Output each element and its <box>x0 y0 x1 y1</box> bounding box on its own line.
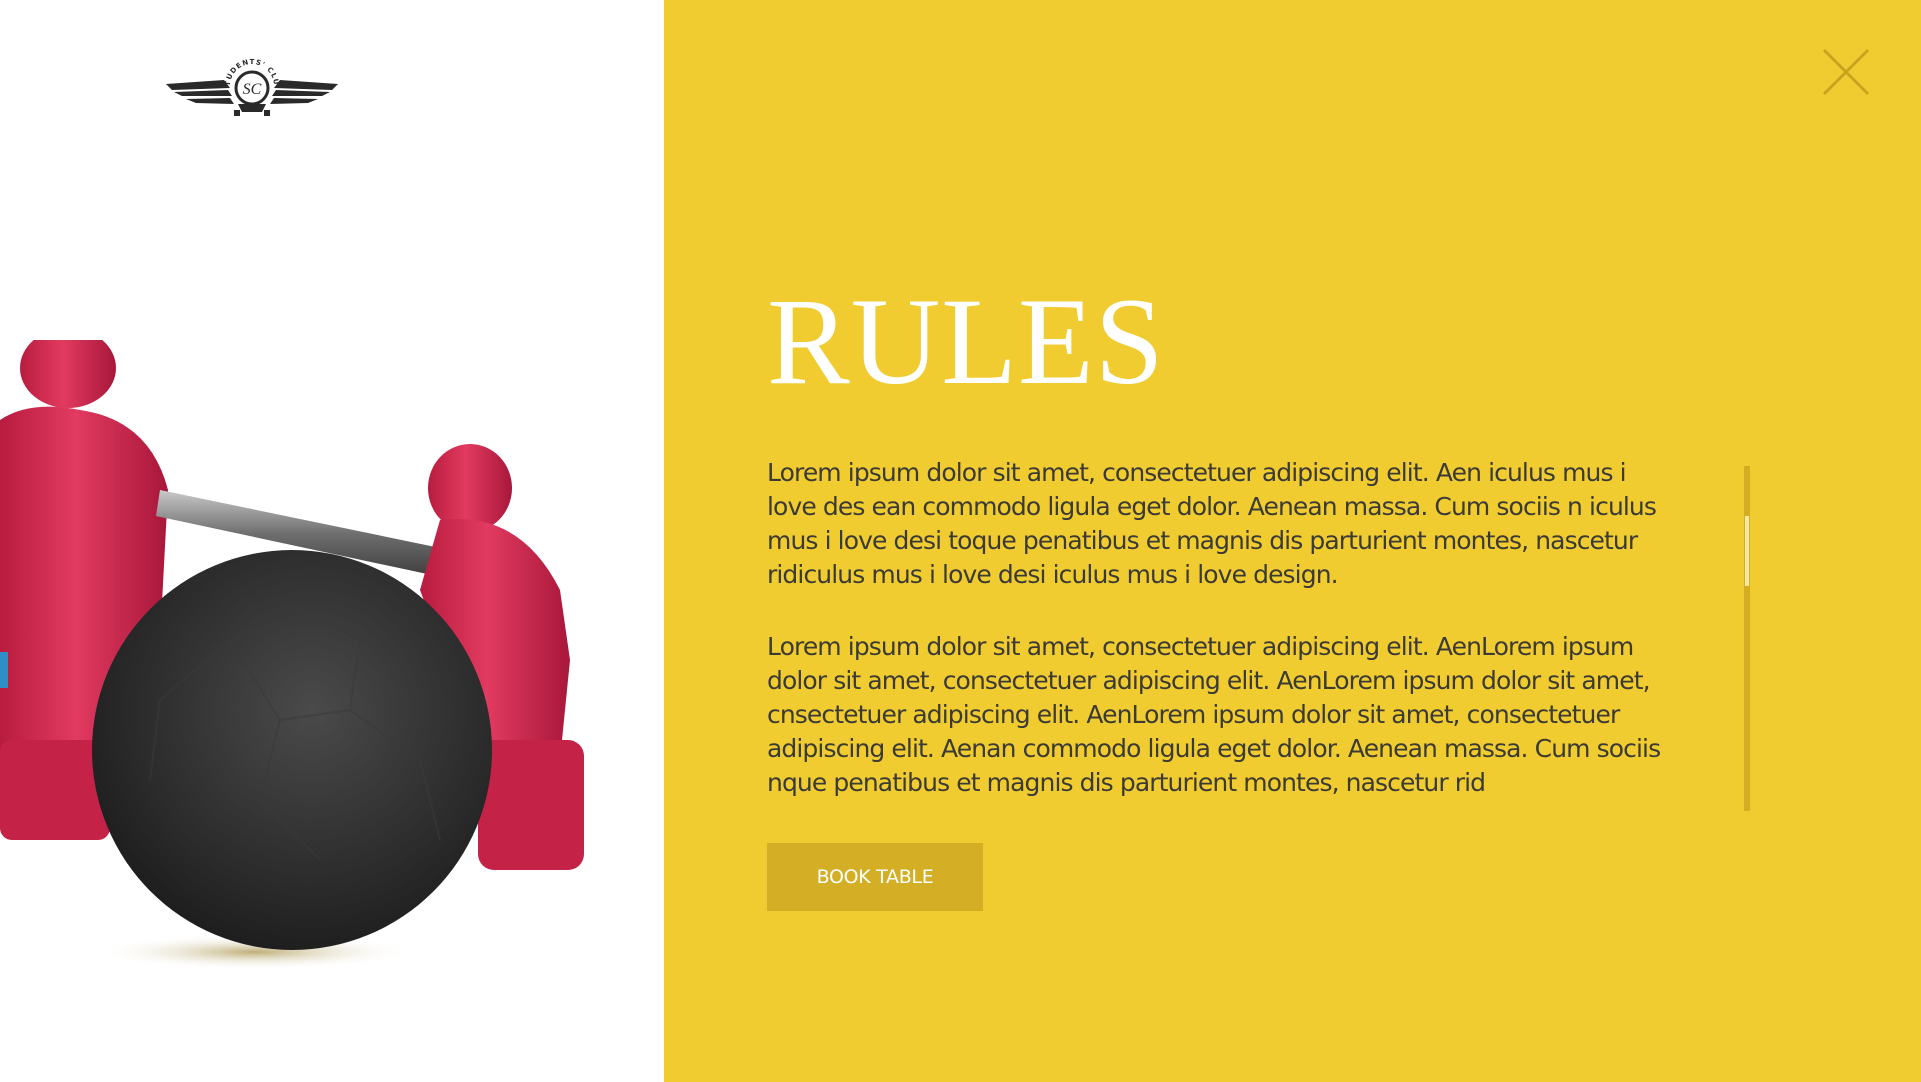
book-table-button[interactable]: BOOK TABLE <box>767 843 983 911</box>
students-club-logo[interactable]: SC STUDENTS' CLUB <box>161 42 340 120</box>
page-title: RULES <box>767 273 1165 410</box>
image-panel: SC STUDENTS' CLUB <box>0 0 664 1082</box>
logo-emblem: SC STUDENTS' CLUB <box>161 42 338 116</box>
close-icon <box>1822 48 1870 96</box>
scrollbar-thumb[interactable] <box>1745 516 1749 586</box>
rules-text-scroll-area[interactable]: Lorem ipsum dolor sit amet, consectetuer… <box>767 456 1667 810</box>
foosball-figures-image <box>0 328 584 970</box>
foosball-illustration <box>0 328 600 980</box>
rules-paragraph: Lorem ipsum dolor sit amet, consectetuer… <box>767 458 1657 589</box>
foosball-ball <box>92 550 492 950</box>
page: SC STUDENTS' CLUB <box>0 0 1921 1082</box>
scrollbar-track[interactable] <box>1744 466 1750 811</box>
logo-monogram: SC <box>243 81 262 98</box>
rules-panel: RULES Lorem ipsum dolor sit amet, consec… <box>664 0 1921 1082</box>
rules-paragraph: Lorem ipsum dolor sit amet, consectetuer… <box>767 632 1661 797</box>
close-button[interactable] <box>1820 46 1872 98</box>
